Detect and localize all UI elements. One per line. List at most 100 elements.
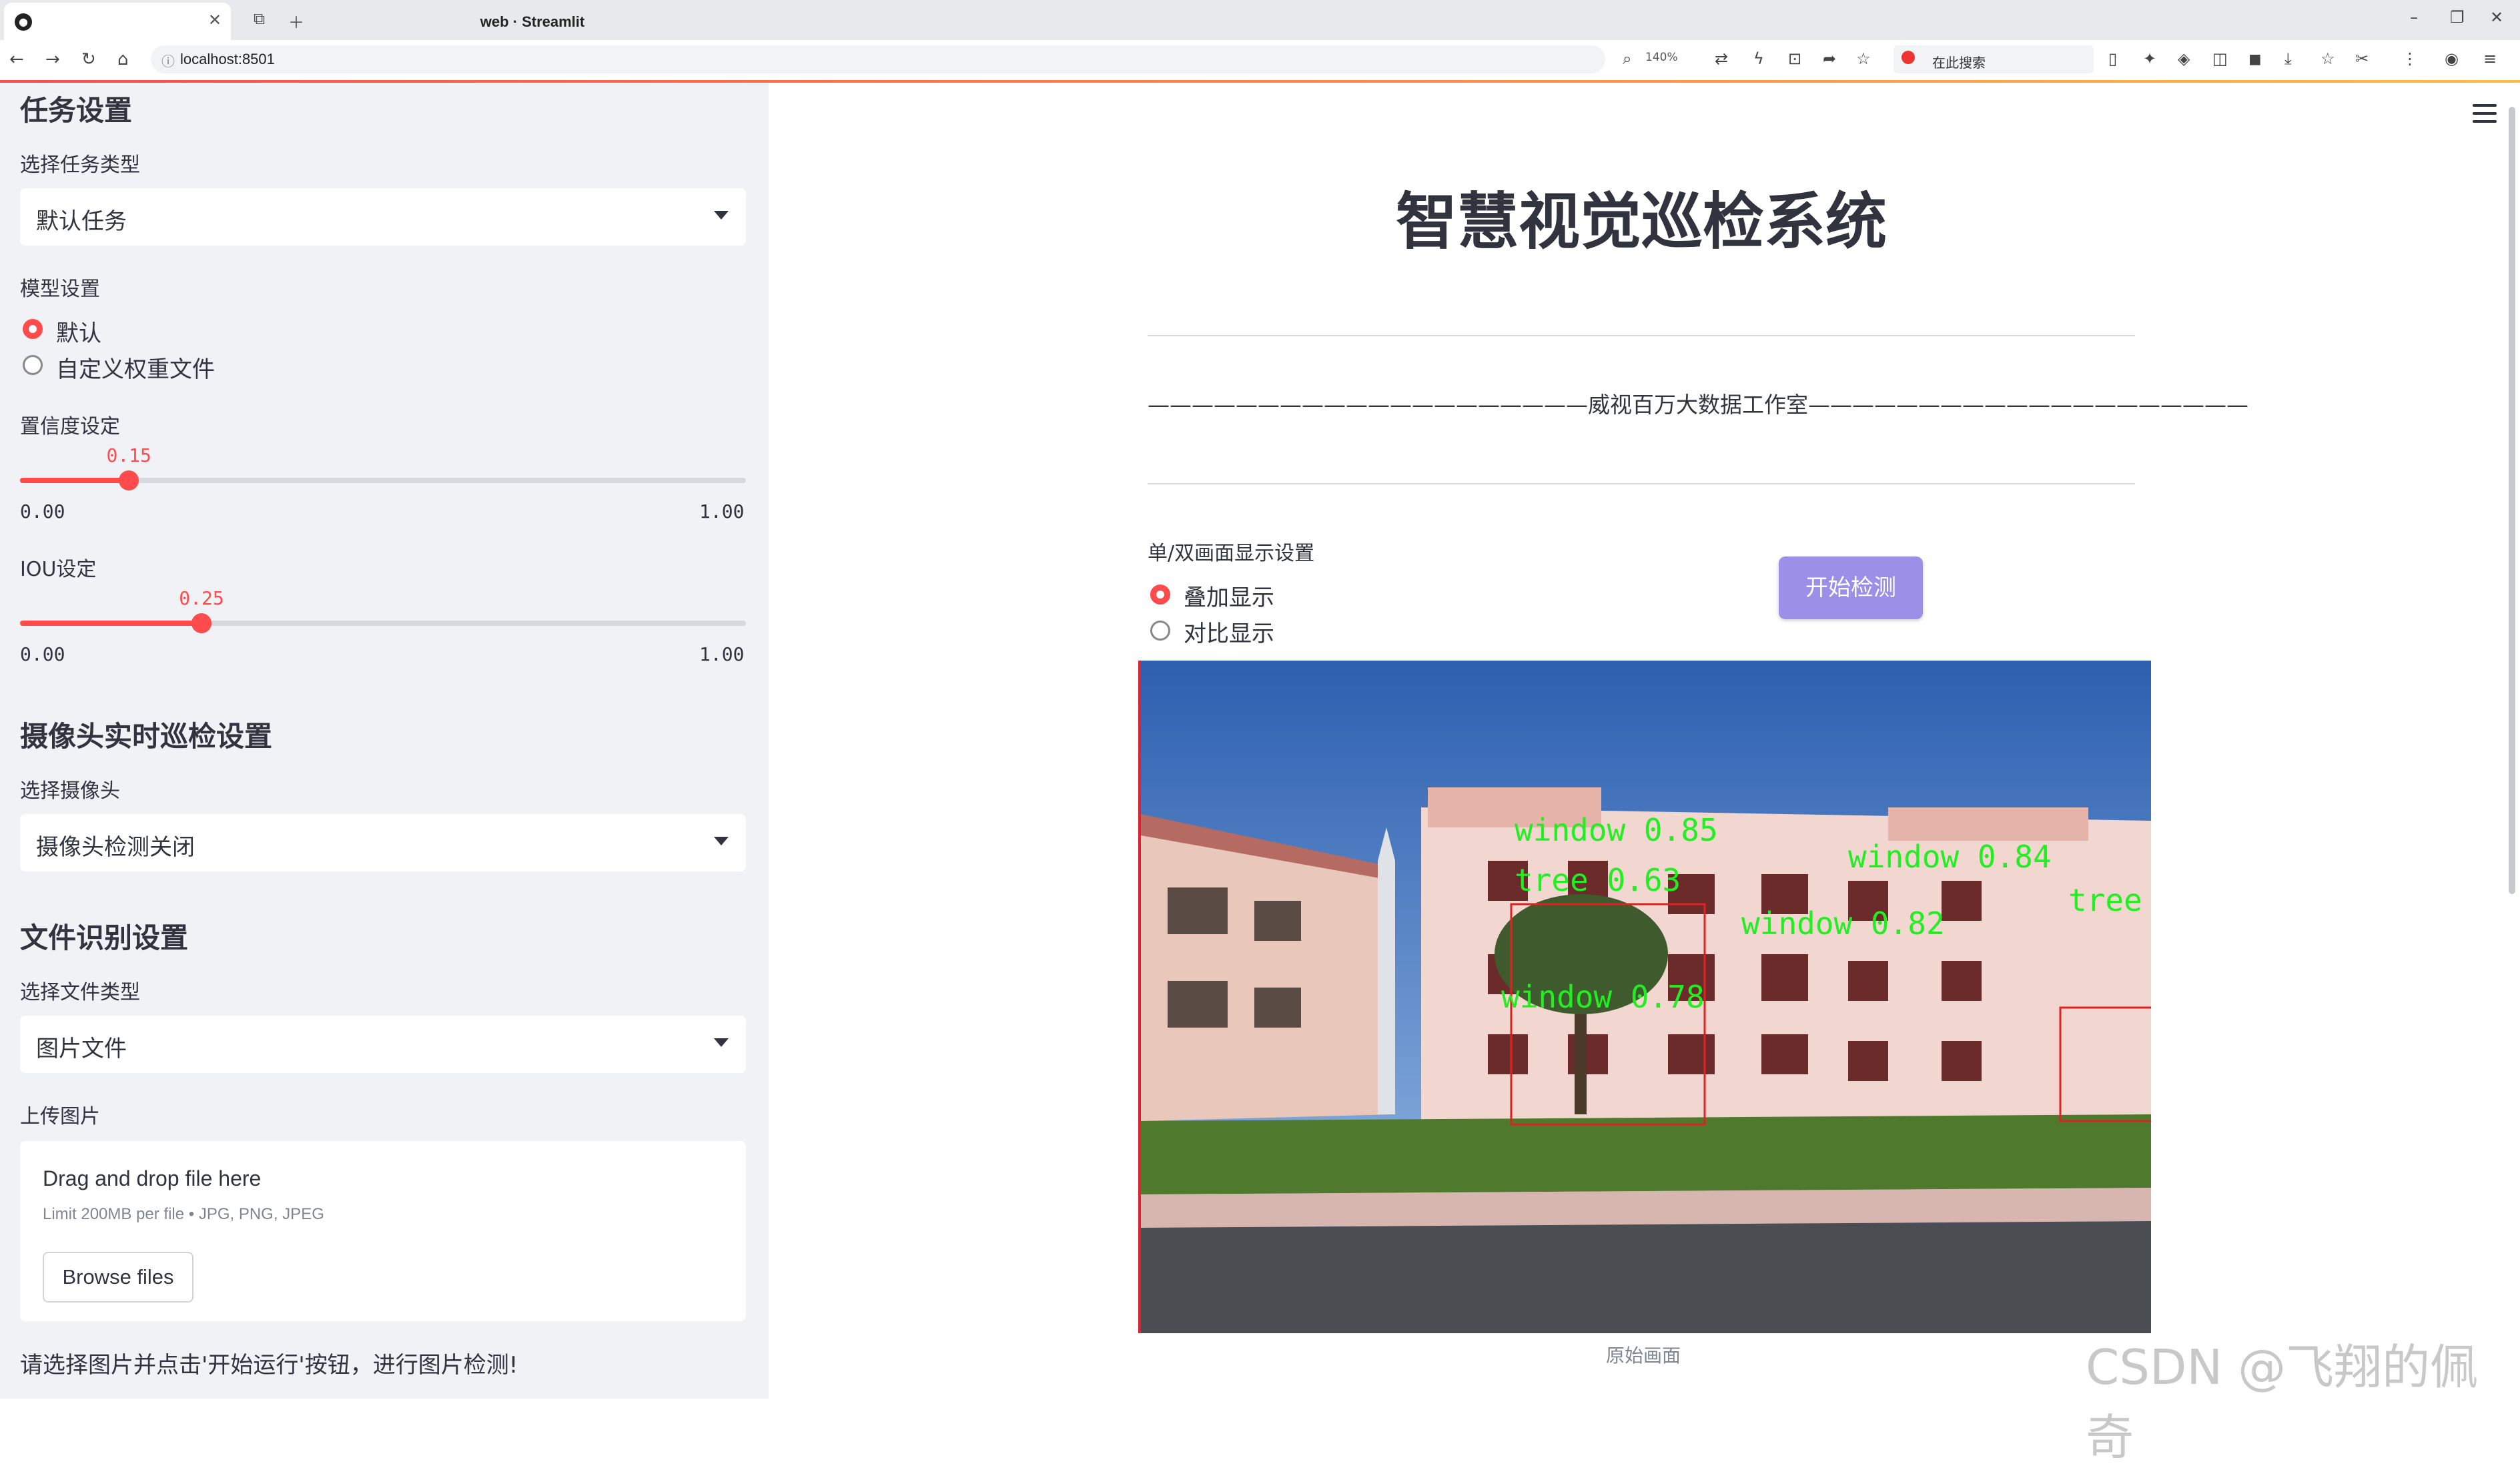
confidence-min: 0.00: [20, 500, 65, 522]
site-info-icon[interactable]: ⓘ: [161, 51, 175, 70]
file-type-label: 选择文件类型: [20, 981, 140, 1004]
tab-title: web · Streamlit: [480, 13, 585, 30]
streamlit-favicon-icon: ●: [15, 13, 32, 31]
upload-limit-text: Limit 200MB per file • JPG, PNG, JPEG: [43, 1205, 324, 1223]
file-type-select[interactable]: 图片文件: [20, 1016, 746, 1073]
upload-drag-text: Drag and drop file here: [43, 1166, 262, 1190]
task-type-label: 选择任务类型: [20, 153, 140, 177]
download-icon[interactable]: ⤓: [2284, 49, 2292, 68]
detection-label: window 0.82: [1741, 905, 1945, 942]
extension4-icon[interactable]: ◼: [2248, 49, 2262, 68]
extension3-icon[interactable]: ◫: [2212, 49, 2228, 68]
extension2-icon[interactable]: ◈: [2178, 49, 2190, 68]
confidence-label: 置信度设定: [20, 415, 120, 438]
avatar[interactable]: ◉: [2445, 49, 2459, 68]
zoom-level: 140%: [1645, 51, 1678, 64]
iou-slider-fill: [20, 621, 201, 626]
detection-label: window 0.84: [1848, 839, 2052, 875]
detection-label: tree: [2068, 882, 2142, 918]
detection-label: window 0.78: [1501, 979, 1705, 1015]
display-option-overlay: 叠加显示: [1184, 585, 1274, 611]
browse-files-button[interactable]: Browse files: [43, 1252, 193, 1303]
lightning-icon[interactable]: ϟ: [1753, 49, 1764, 68]
detection-scene: window 0.85 window 0.84 window 0.82 wind…: [1141, 661, 2151, 1333]
share-icon[interactable]: ➦: [1823, 49, 1836, 68]
chevron-down-icon: [714, 211, 729, 220]
divider-bottom: [1148, 483, 2135, 484]
camera-select-value: 摄像头检测关闭: [36, 834, 195, 861]
page-scrollbar[interactable]: [2509, 107, 2515, 894]
image-caption: 原始画面: [1605, 1345, 1681, 1367]
display-settings-label: 单/双画面显示设置: [1148, 542, 1315, 565]
url-text: localhost:8501: [180, 51, 275, 67]
detection-label: tree 0.63: [1515, 862, 1681, 898]
restore-icon[interactable]: ❐: [2450, 8, 2465, 27]
upload-hint: 请选择图片并点击'开始运行'按钮，进行图片检测!: [20, 1352, 518, 1379]
detection-image: window 0.85 window 0.84 window 0.82 wind…: [1138, 661, 2151, 1333]
chevron-down-icon: [714, 1038, 729, 1047]
favorites-icon[interactable]: ☆: [2321, 49, 2335, 68]
task-type-value: 默认任务: [36, 208, 127, 235]
start-detection-button[interactable]: 开始检测: [1779, 557, 1923, 619]
chevron-down-icon: [714, 837, 729, 845]
cut-icon[interactable]: ✂: [2355, 49, 2369, 68]
model-option-default: 默认: [56, 320, 101, 347]
iou-max: 1.00: [699, 643, 745, 665]
upload-label: 上传图片: [20, 1105, 100, 1128]
phone-icon[interactable]: ▯: [2108, 49, 2117, 68]
camera-settings-header: 摄像头实时巡检设置: [20, 720, 273, 753]
confidence-value: 0.15: [106, 444, 151, 466]
menu-icon[interactable]: ≡: [2483, 49, 2497, 68]
window-close-icon[interactable]: ✕: [2490, 8, 2503, 27]
tab-close-icon[interactable]: ✕: [208, 11, 222, 29]
forward-icon[interactable]: →: [45, 49, 60, 69]
display-radio-compare[interactable]: [1150, 621, 1170, 641]
confidence-slider[interactable]: [20, 470, 746, 490]
iou-slider[interactable]: [20, 613, 746, 633]
watermark: CSDN @飞翔的佩奇: [2086, 1339, 2479, 1465]
search-engine-icon: [1902, 51, 1915, 64]
task-settings-header: 任务设置: [20, 94, 133, 127]
address-bar: ← → ↻ ⌂ ⓘ localhost:8501 ⌕ 140% ⇄ ϟ ⊡ ➦ …: [0, 40, 2520, 81]
model-option-custom: 自定义权重文件: [56, 356, 215, 383]
home-icon[interactable]: ⌂: [117, 49, 129, 69]
search-box[interactable]: 在此搜索: [1894, 45, 2094, 73]
divider-top: [1148, 335, 2135, 336]
display-radio-overlay[interactable]: [1150, 585, 1170, 605]
model-radio-custom[interactable]: [23, 355, 43, 375]
page-title: 智慧视觉巡检系统: [1395, 186, 1887, 258]
detection-label: window 0.85: [1515, 812, 1718, 848]
screenshot-icon[interactable]: ⊡: [1788, 49, 1801, 68]
search-placeholder: 在此搜索: [1932, 55, 1986, 71]
iou-label: IOU设定: [20, 558, 97, 581]
new-tab-icon[interactable]: ＋: [288, 9, 304, 33]
zoom-icon[interactable]: ⌕: [1623, 49, 1631, 68]
minimize-icon[interactable]: –: [2410, 8, 2418, 27]
url-field[interactable]: ⓘ localhost:8501: [151, 45, 1605, 73]
back-icon[interactable]: ←: [9, 49, 24, 69]
model-radio-default[interactable]: [23, 319, 43, 339]
confidence-max: 1.00: [699, 500, 745, 522]
camera-select[interactable]: 摄像头检测关闭: [20, 814, 746, 871]
extension-icon[interactable]: ✦: [2143, 49, 2156, 68]
iou-min: 0.00: [20, 643, 65, 665]
bookmark-star-icon[interactable]: ☆: [1856, 49, 1871, 68]
confidence-slider-fill: [20, 478, 129, 483]
camera-select-label: 选择摄像头: [20, 779, 120, 803]
main-menu-icon[interactable]: [2473, 104, 2497, 123]
file-settings-header: 文件识别设置: [20, 922, 189, 954]
iou-slider-thumb[interactable]: [191, 613, 212, 633]
studio-banner: ————————————————————威视百万大数据工作室——————————…: [1148, 392, 2248, 418]
translate-icon[interactable]: ⇄: [1715, 49, 1728, 68]
model-settings-label: 模型设置: [20, 278, 100, 301]
tab-streamlit[interactable]: ● web · Streamlit ✕: [4, 3, 584, 40]
tab-bar: ● web · Streamlit ✕ ⧉ ＋ – ❐ ✕: [0, 0, 2520, 40]
file-type-value: 图片文件: [36, 1036, 127, 1062]
file-uploader-dropzone[interactable]: Drag and drop file here Limit 200MB per …: [20, 1141, 746, 1321]
tab-group-icon[interactable]: ⧉: [254, 9, 265, 28]
more-icon[interactable]: ⋮: [2402, 49, 2418, 68]
iou-value: 0.25: [179, 587, 224, 609]
reload-icon[interactable]: ↻: [81, 49, 96, 69]
task-type-select[interactable]: 默认任务: [20, 188, 746, 246]
confidence-slider-thumb[interactable]: [119, 470, 139, 490]
